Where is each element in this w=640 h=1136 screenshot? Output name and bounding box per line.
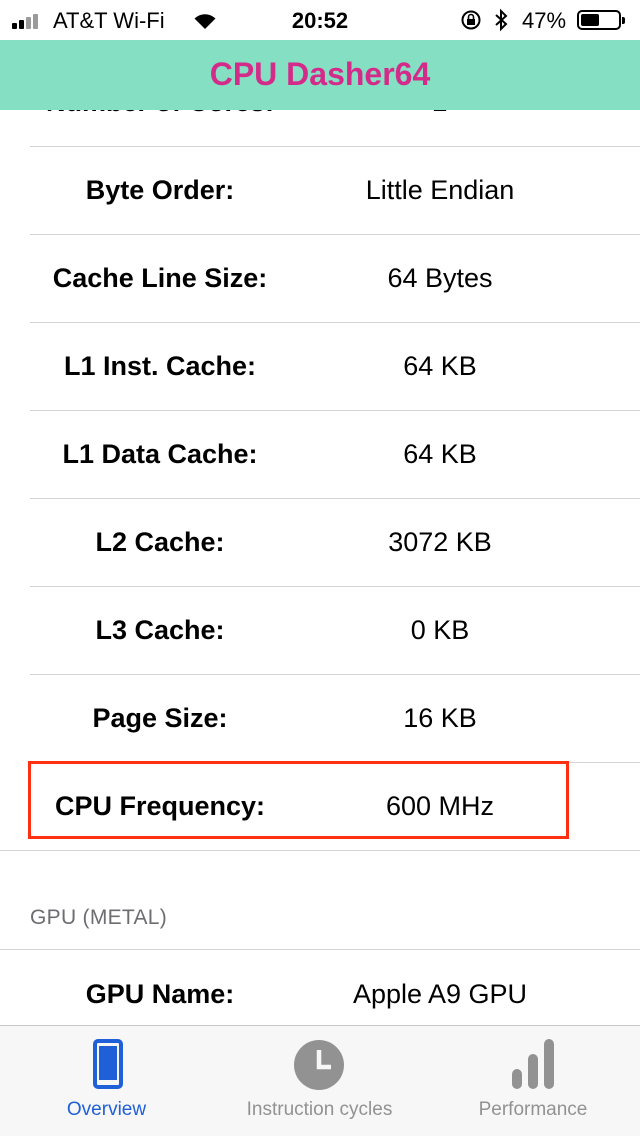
- gpu-section-header: GPU (METAL): [30, 906, 168, 929]
- row-value: 0 KB: [410, 614, 470, 645]
- bluetooth-icon: [495, 8, 508, 32]
- clock-icon: [294, 1040, 344, 1090]
- tab-bar: Overview Instruction cycles Performance: [0, 1025, 640, 1136]
- info-row-gpu-name: GPU Name: Apple A9 GPU: [0, 950, 640, 1025]
- battery-percent: 47%: [522, 8, 567, 33]
- row-value: Apple A9 GPU: [352, 978, 528, 1009]
- info-row-l1-data-cache: L1 Data Cache: 64 KB: [0, 410, 640, 498]
- info-row-cache-line-size: Cache Line Size: 64 Bytes: [0, 234, 640, 322]
- tab-label: Overview: [66, 1099, 147, 1120]
- row-value: 16 KB: [403, 702, 477, 733]
- bar-chart-icon: [512, 1039, 554, 1089]
- section-separator: [0, 850, 640, 851]
- info-list[interactable]: Number of Cores: 2 Byte Order: Little En…: [0, 58, 640, 1025]
- row-label: Byte Order:: [85, 174, 235, 205]
- app-header: CPU Dasher64: [0, 40, 640, 110]
- row-value: 64 Bytes: [387, 262, 493, 293]
- tab-instruction-cycles[interactable]: Instruction cycles: [213, 1026, 426, 1136]
- info-row-byte-order: Byte Order: Little Endian: [0, 146, 640, 234]
- status-bar: AT&T Wi-Fi 20:52 47%: [0, 0, 640, 40]
- info-row-page-size: Page Size: 16 KB: [0, 674, 640, 762]
- row-value: 3072 KB: [388, 526, 492, 557]
- highlight-box: [28, 761, 569, 839]
- phone-icon: [93, 1039, 123, 1089]
- row-label: Page Size:: [92, 702, 228, 733]
- row-value: 64 KB: [403, 350, 477, 381]
- battery-icon: [577, 10, 625, 30]
- tab-performance[interactable]: Performance: [426, 1026, 640, 1136]
- info-row-l3-cache: L3 Cache: 0 KB: [0, 586, 640, 674]
- row-value: Little Endian: [365, 174, 515, 205]
- row-label: L1 Data Cache:: [62, 438, 258, 469]
- info-row-l2-cache: L2 Cache: 3072 KB: [0, 498, 640, 586]
- app-title: CPU Dasher64: [209, 55, 431, 92]
- tab-label: Performance: [478, 1099, 588, 1120]
- tab-label: Instruction cycles: [246, 1099, 393, 1120]
- info-row-l1-inst-cache: L1 Inst. Cache: 64 KB: [0, 322, 640, 410]
- tab-overview[interactable]: Overview: [0, 1026, 213, 1136]
- row-label: L2 Cache:: [95, 526, 225, 557]
- row-value: 64 KB: [403, 438, 477, 469]
- row-label: L3 Cache:: [95, 614, 225, 645]
- row-label: Cache Line Size:: [52, 262, 268, 293]
- row-label: GPU Name:: [85, 978, 235, 1009]
- orientation-lock-icon: [461, 10, 481, 30]
- row-label: L1 Inst. Cache:: [63, 350, 257, 381]
